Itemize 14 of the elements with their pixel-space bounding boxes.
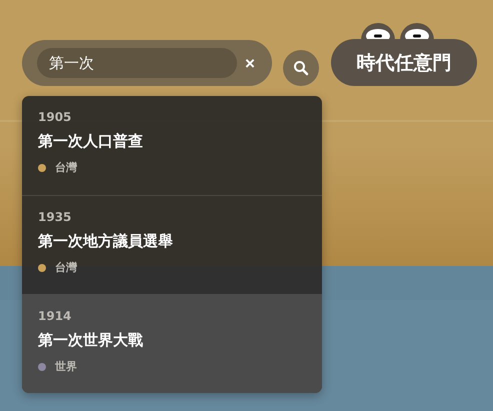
result-title: 第一次世界大戰 (38, 331, 144, 350)
result-region: 世界 (55, 359, 77, 374)
result-region: 台灣 (55, 260, 77, 275)
result-item[interactable]: 1914 第一次世界大戰 世界 (22, 294, 322, 393)
result-year: 1914 (38, 309, 72, 323)
clear-button[interactable]: × (242, 54, 258, 72)
search-icon (293, 60, 309, 76)
result-title: 第一次地方議員選舉 (38, 232, 174, 251)
result-year: 1905 (38, 110, 72, 124)
result-region: 台灣 (55, 160, 77, 175)
result-year: 1935 (38, 210, 72, 224)
search-field[interactable]: 第一次 (37, 48, 237, 78)
result-item[interactable]: 1905 第一次人口普查 台灣 (22, 96, 322, 195)
result-title: 第一次人口普查 (38, 132, 144, 151)
